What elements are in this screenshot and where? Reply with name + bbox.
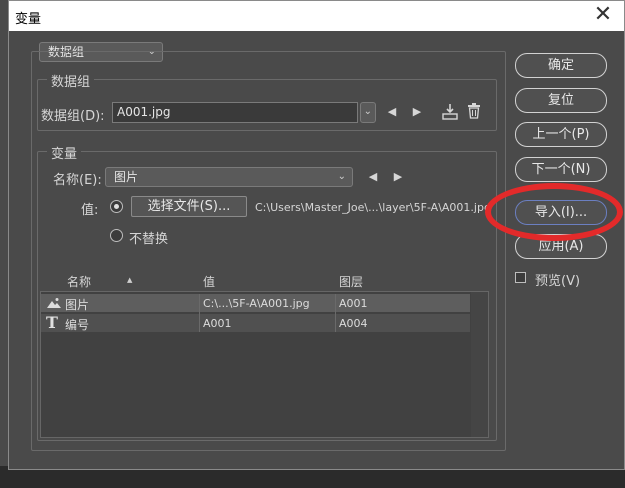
table-row[interactable]: 图片 C:\...\5F-A\A001.jpg A001 — [41, 294, 470, 312]
trash-icon[interactable] — [467, 103, 481, 119]
text-icon: T — [46, 313, 58, 332]
radio-selected-dot — [114, 204, 119, 209]
sort-arrow-icon: ▲ — [127, 276, 133, 284]
apply-label: 应用(A) — [538, 239, 584, 254]
choose-file-radio[interactable] — [110, 200, 123, 213]
no-replace-label: 不替换 — [129, 232, 169, 247]
previous-button[interactable]: 上一个(P) — [515, 122, 607, 147]
row-value: C:\...\5F-A\A001.jpg — [203, 297, 310, 310]
no-replace-radio[interactable] — [110, 229, 123, 242]
row-value: A001 — [203, 317, 232, 330]
next-button[interactable]: 下一个(N) — [515, 157, 607, 182]
variable-name-dropdown[interactable]: 图片 ⌄ — [105, 167, 353, 187]
table-scrollbar-track[interactable] — [471, 292, 488, 437]
next-label: 下一个(N) — [531, 162, 591, 177]
choose-file-button[interactable]: 选择文件(S)... — [131, 196, 247, 217]
reset-button[interactable]: 复位 — [515, 88, 607, 113]
reset-label: 复位 — [547, 93, 574, 108]
dataset-value: A001.jpg — [117, 105, 171, 119]
dataset-group-title: 数据组 — [47, 71, 95, 90]
title-bar: 变量 ✕ — [9, 1, 624, 31]
ok-button[interactable]: 确定 — [515, 53, 607, 78]
row-name: 编号 — [65, 318, 90, 332]
background-app-edge — [0, 0, 8, 488]
preview-checkbox[interactable] — [515, 272, 526, 283]
previous-label: 上一个(P) — [532, 127, 590, 142]
row-name: 图片 — [65, 298, 90, 312]
close-icon[interactable]: ✕ — [589, 3, 617, 29]
row-layer: A004 — [339, 317, 368, 330]
column-divider — [199, 294, 200, 332]
dataset-label: 数据组(D): — [41, 109, 105, 124]
image-icon — [47, 298, 61, 308]
choose-file-label: 选择文件(S)... — [147, 199, 231, 214]
arrow-right-icon[interactable]: ▶ — [410, 105, 424, 119]
value-label: 值: — [81, 203, 99, 218]
arrow-right-icon[interactable]: ▶ — [391, 170, 405, 184]
table-row[interactable]: T 编号 A001 A004 — [41, 313, 470, 332]
file-path: C:\Users\Master_Joe\...\layer\5F-A\A001.… — [255, 201, 491, 214]
ok-label: 确定 — [547, 58, 574, 73]
preview-label: 预览(V) — [535, 274, 581, 289]
chevron-down-icon: ⌄ — [337, 171, 346, 182]
arrow-left-icon[interactable]: ◀ — [366, 170, 380, 184]
column-header-value[interactable]: 值 — [203, 273, 215, 290]
name-label: 名称(E): — [53, 173, 102, 188]
dataset-field[interactable]: A001.jpg — [112, 102, 358, 123]
dialog-title: 变量 — [15, 12, 42, 27]
column-header-layer[interactable]: 图层 — [339, 273, 363, 290]
column-divider — [335, 294, 336, 332]
variable-group-title: 变量 — [47, 143, 82, 162]
highlight-ring-annotation — [485, 183, 623, 241]
import-dataset-icon[interactable] — [441, 103, 459, 121]
column-header-name[interactable]: 名称 — [67, 273, 91, 290]
arrow-left-icon[interactable]: ◀ — [385, 105, 399, 119]
dataset-dropdown-toggle[interactable]: ⌄ — [360, 102, 376, 123]
variable-name-value: 图片 — [114, 170, 139, 184]
variables-table: 图片 C:\...\5F-A\A001.jpg A001 T 编号 A001 A… — [40, 291, 489, 438]
row-layer: A001 — [339, 297, 368, 310]
chevron-down-icon: ⌄ — [363, 106, 372, 117]
